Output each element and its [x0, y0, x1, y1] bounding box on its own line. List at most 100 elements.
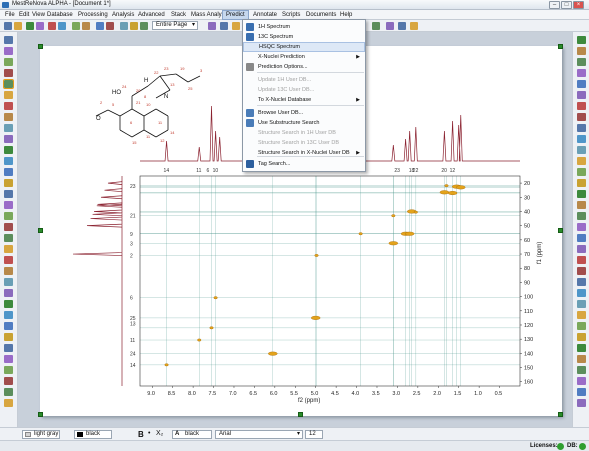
toolbar-tool-14-icon[interactable]: [208, 22, 216, 30]
left-tool-2-icon[interactable]: [4, 47, 13, 55]
right-tool-25-icon[interactable]: [577, 300, 586, 308]
left-tool-27-icon[interactable]: [4, 322, 13, 330]
menu-item-prediction-options[interactable]: Prediction Options...: [243, 62, 365, 72]
left-tool-7-icon[interactable]: [4, 102, 13, 110]
left-tool-13-icon[interactable]: [4, 168, 13, 176]
right-tool-21-icon[interactable]: [577, 256, 586, 264]
right-tool-8-icon[interactable]: [577, 113, 586, 121]
menu-item-update-13c-user-db[interactable]: Update 13C User DB...: [243, 85, 365, 95]
menu-item-update-1h-user-db[interactable]: Update 1H User DB...: [243, 75, 365, 85]
toolbar-tool-30-icon[interactable]: [410, 22, 418, 30]
right-tool-34-icon[interactable]: [577, 399, 586, 407]
resize-handle-tr[interactable]: [558, 44, 563, 49]
right-tool-14-icon[interactable]: [577, 179, 586, 187]
license-ok-icon[interactable]: [557, 443, 564, 450]
left-tool-29-icon[interactable]: [4, 344, 13, 352]
left-tool-15-icon[interactable]: [4, 190, 13, 198]
resize-handle-br[interactable]: [558, 412, 563, 417]
left-tool-24-icon[interactable]: [4, 289, 13, 297]
right-tool-17-icon[interactable]: [577, 212, 586, 220]
left-tool-10-icon[interactable]: [4, 135, 13, 143]
close-button[interactable]: ×: [573, 1, 584, 9]
resize-handle-l[interactable]: [38, 228, 43, 233]
menu-item-use-substructure-search[interactable]: Use Substructure Search: [243, 118, 365, 128]
right-tool-11-icon[interactable]: [577, 146, 586, 154]
right-tool-1-icon[interactable]: [577, 36, 586, 44]
db-ok-icon[interactable]: [579, 443, 586, 450]
toolbar-tool-8-icon[interactable]: [82, 22, 90, 30]
right-tool-18-icon[interactable]: [577, 223, 586, 231]
menu-item-1h-spectrum[interactable]: 1H Spectrum: [243, 22, 365, 32]
left-tool-4-icon[interactable]: [4, 69, 13, 77]
right-tool-20-icon[interactable]: [577, 245, 586, 253]
menu-stack[interactable]: Stack: [168, 10, 189, 20]
menu-item-13c-spectrum[interactable]: 13C Spectrum: [243, 32, 365, 42]
right-tool-15-icon[interactable]: [577, 190, 586, 198]
right-tool-28-icon[interactable]: [577, 333, 586, 341]
right-tool-32-icon[interactable]: [577, 377, 586, 385]
left-tool-26-icon[interactable]: [4, 311, 13, 319]
left-tool-30-icon[interactable]: [4, 355, 13, 363]
right-tool-26-icon[interactable]: [577, 311, 586, 319]
right-tool-2-icon[interactable]: [577, 47, 586, 55]
toolbar-tool-9-icon[interactable]: [96, 22, 104, 30]
right-tool-22-icon[interactable]: [577, 267, 586, 275]
left-tool-8-icon[interactable]: [4, 113, 13, 121]
toolbar-tool-29-icon[interactable]: [398, 22, 406, 30]
left-tool-28-icon[interactable]: [4, 333, 13, 341]
left-tool-18-icon[interactable]: [4, 223, 13, 231]
menu-item-structure-search-in-1h-user-db[interactable]: Structure Search in 1H User DB: [243, 128, 365, 138]
right-tool-16-icon[interactable]: [577, 201, 586, 209]
left-tool-20-icon[interactable]: [4, 245, 13, 253]
left-tool-23-icon[interactable]: [4, 278, 13, 286]
minimize-button[interactable]: –: [549, 1, 560, 9]
menu-item-structure-search-in-13c-user-db[interactable]: Structure Search in 13C User DB: [243, 138, 365, 148]
toolbar-tool-16-icon[interactable]: [232, 22, 240, 30]
right-tool-33-icon[interactable]: [577, 388, 586, 396]
left-tool-5-icon[interactable]: [3, 79, 14, 89]
menu-item-x-nuclei-prediction[interactable]: X-Nuclei Prediction ▶: [243, 52, 365, 62]
left-tool-9-icon[interactable]: [4, 124, 13, 132]
toolbar-tool-3-icon[interactable]: [26, 22, 34, 30]
right-tool-3-icon[interactable]: [577, 58, 586, 66]
left-tool-19-icon[interactable]: [4, 234, 13, 242]
toolbar-tool-6-icon[interactable]: [58, 22, 66, 30]
left-tool-32-icon[interactable]: [4, 377, 13, 385]
left-tool-17-icon[interactable]: [4, 212, 13, 220]
right-tool-9-icon[interactable]: [577, 124, 586, 132]
right-tool-23-icon[interactable]: [577, 278, 586, 286]
toolbar-tool-27-icon[interactable]: [372, 22, 380, 30]
right-tool-30-icon[interactable]: [577, 355, 586, 363]
toolbar-tool-10-icon[interactable]: [106, 22, 114, 30]
menu-analysis[interactable]: Analysis: [109, 10, 137, 20]
toolbar-tool-15-icon[interactable]: [220, 22, 228, 30]
line-color-select[interactable]: black: [74, 430, 112, 439]
maximize-button[interactable]: □: [561, 1, 572, 9]
menu-item-tag-search[interactable]: Tag Search...: [243, 159, 365, 169]
resize-handle-bl[interactable]: [38, 412, 43, 417]
menu-item-browse-user-db[interactable]: Browse User DB...: [243, 108, 365, 118]
toolbar-tool-4-icon[interactable]: [36, 22, 44, 30]
left-tool-16-icon[interactable]: [4, 201, 13, 209]
right-tool-5-icon[interactable]: [577, 80, 586, 88]
left-tool-25-icon[interactable]: [4, 300, 13, 308]
right-tool-10-icon[interactable]: [577, 135, 586, 143]
toolbar-tool-13-icon[interactable]: [140, 22, 148, 30]
left-tool-1-icon[interactable]: [4, 36, 13, 44]
left-tool-21-icon[interactable]: [4, 256, 13, 264]
resize-handle-r[interactable]: [558, 228, 563, 233]
left-tool-6-icon[interactable]: [4, 91, 13, 99]
resize-handle-tl[interactable]: [38, 44, 43, 49]
menu-database[interactable]: Database: [44, 10, 76, 20]
left-tool-33-icon[interactable]: [4, 388, 13, 396]
resize-handle-b[interactable]: [298, 412, 303, 417]
left-tool-14-icon[interactable]: [4, 179, 13, 187]
menu-item-to-x-nuclei-database[interactable]: To X-Nuclei Database ▶: [243, 95, 365, 105]
right-tool-19-icon[interactable]: [577, 234, 586, 242]
left-tool-22-icon[interactable]: [4, 267, 13, 275]
right-tool-6-icon[interactable]: [577, 91, 586, 99]
bold-button[interactable]: B: [138, 430, 144, 439]
page-select[interactable]: Entire Page ▾: [152, 21, 198, 30]
left-tool-12-icon[interactable]: [4, 157, 13, 165]
subscript-button[interactable]: X₂: [156, 430, 163, 437]
